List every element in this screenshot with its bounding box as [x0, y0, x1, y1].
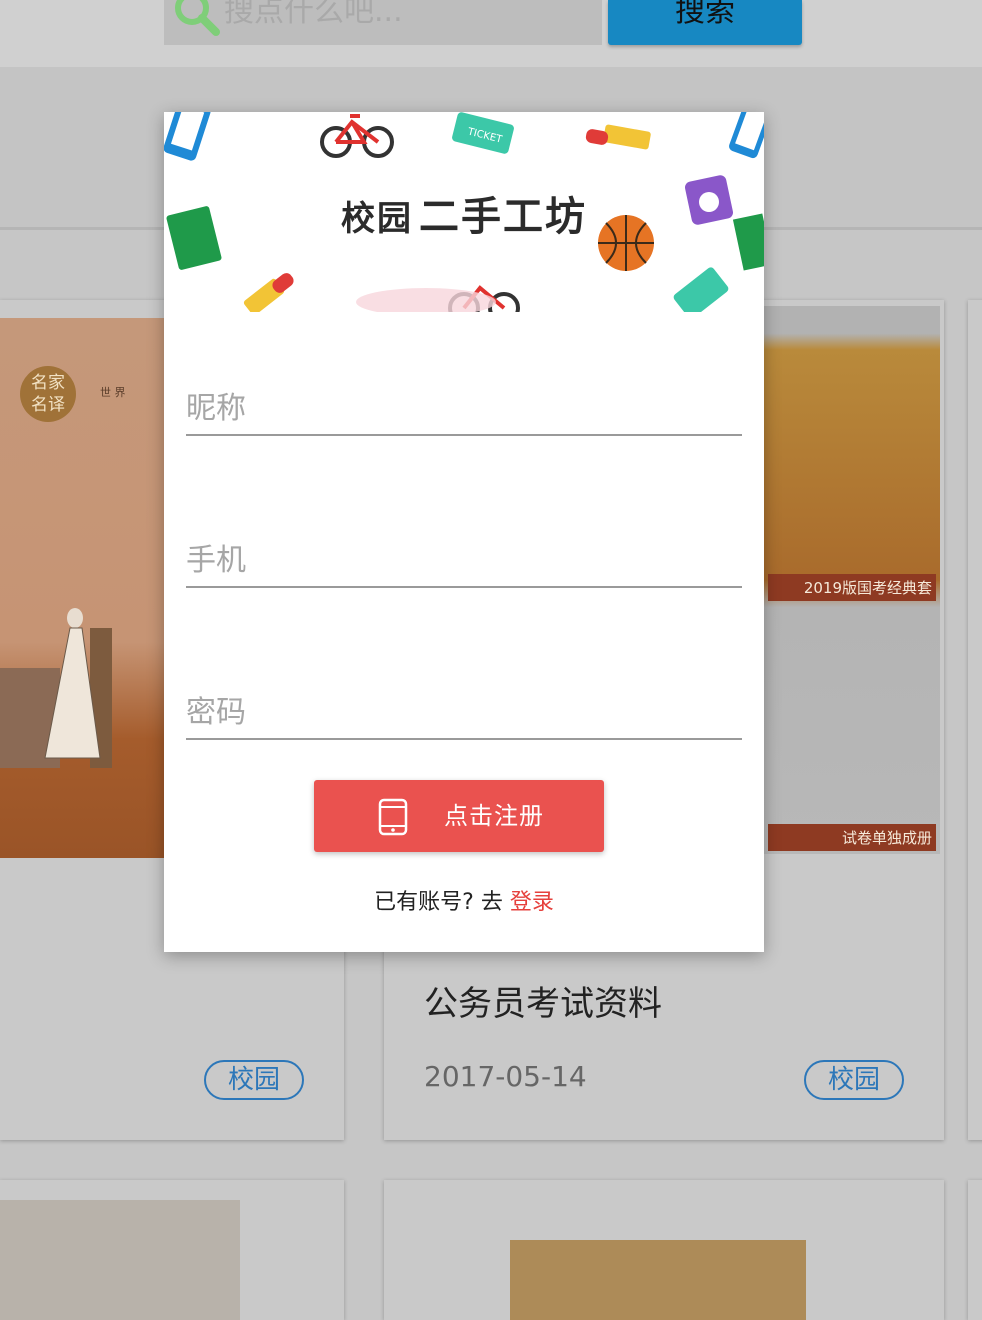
product-card[interactable]	[384, 1180, 944, 1320]
product-card[interactable]	[0, 1180, 344, 1320]
register-button[interactable]: 点击注册	[314, 780, 604, 852]
brand-banner: TICKET 校园 二手工坊	[164, 112, 764, 312]
phone-sticker-icon	[729, 112, 764, 159]
bicycle-icon	[320, 114, 394, 158]
lipstick-icon	[243, 273, 294, 312]
search-button[interactable]: 搜索	[608, 0, 802, 45]
category-tag[interactable]: 校园	[804, 1060, 904, 1100]
book-cover-image	[0, 1200, 240, 1320]
phone-input[interactable]	[186, 543, 742, 578]
product-card-partial[interactable]	[968, 1180, 982, 1320]
login-prompt: 已有账号? 去 登录	[164, 884, 764, 916]
book-seal: 名家 名译	[20, 366, 76, 422]
card-date: 2017-05-14	[424, 1060, 587, 1093]
phone-icon	[378, 798, 408, 836]
book-cover-image	[510, 1240, 806, 1320]
top-bar: 搜点什么吧... 搜索	[0, 0, 982, 67]
illustration-lady	[0, 608, 112, 768]
card-title[interactable]: 公务员考试资料	[424, 976, 662, 1025]
ticket-icon	[673, 267, 729, 312]
book-spine-text: 世 界	[100, 386, 126, 399]
promo-label: 试卷单独成册	[768, 824, 936, 851]
login-prompt-text: 已有账号? 去	[374, 890, 510, 915]
category-tag[interactable]: 校园	[204, 1060, 304, 1100]
ticket-icon: TICKET	[452, 112, 514, 154]
lipstick-icon	[585, 124, 651, 150]
register-button-label: 点击注册	[444, 802, 544, 830]
register-dialog: TICKET 校园 二手工坊 昵称 手机 点击注册 已有账号? 去 登录	[164, 112, 764, 952]
promo-label: 2019版国考经典套	[768, 574, 936, 601]
phone-sticker-icon	[164, 112, 211, 161]
search-box[interactable]: 搜点什么吧...	[164, 0, 602, 45]
password-field[interactable]	[186, 648, 742, 740]
book-cover-image: 名家 名译 世 界	[0, 318, 190, 858]
nickname-field[interactable]	[186, 344, 742, 436]
book-cover-image: 2019版国考经典套 试卷单独成册	[764, 306, 940, 854]
brand-title: 校园 二手工坊	[341, 194, 587, 240]
nickname-input[interactable]	[186, 391, 742, 426]
password-input[interactable]	[186, 695, 742, 730]
login-link[interactable]: 登录	[510, 890, 554, 915]
phone-field[interactable]	[186, 496, 742, 588]
search-icon	[175, 0, 220, 36]
search-input[interactable]: 搜点什么吧...	[224, 0, 403, 30]
product-card-partial[interactable]	[968, 300, 982, 1140]
